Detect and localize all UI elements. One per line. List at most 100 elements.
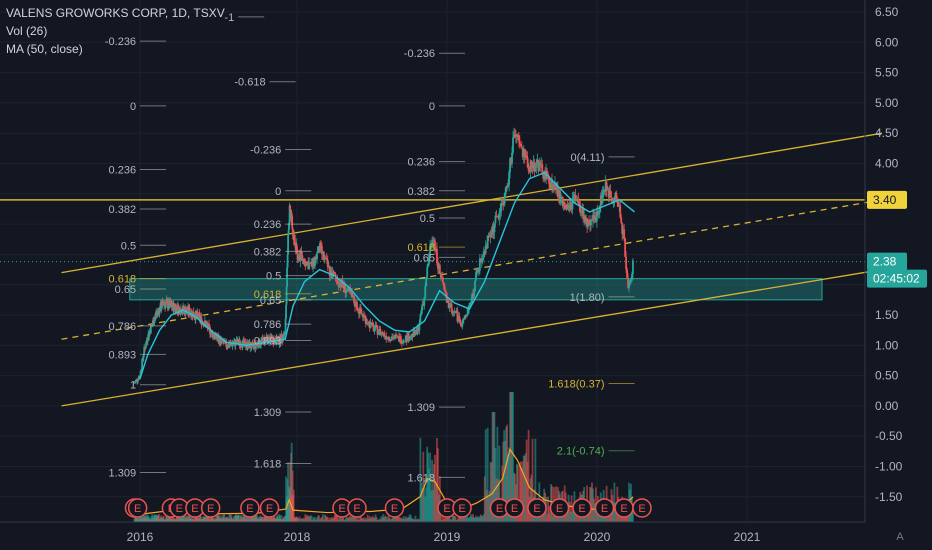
fib-level-label: 0.382 bbox=[407, 186, 435, 198]
candle-body bbox=[345, 291, 348, 294]
earnings-marker-label: E bbox=[134, 503, 141, 515]
fib-level-label: 0.236 bbox=[254, 219, 282, 231]
fib-level-label: 0 bbox=[130, 101, 136, 113]
candle-body bbox=[512, 137, 514, 153]
fib-level-label: 0 bbox=[275, 186, 281, 198]
y-tick-label: -1.00 bbox=[875, 460, 903, 474]
y-tick-label: 6.50 bbox=[875, 5, 899, 19]
x-tick-label: 2016 bbox=[127, 530, 154, 544]
earnings-marker-label: E bbox=[578, 503, 585, 515]
fib-level-label: 1.309 bbox=[109, 468, 137, 480]
y-tick-label: 5.50 bbox=[875, 66, 899, 80]
candle-body bbox=[408, 338, 411, 341]
earnings-marker-label: E bbox=[443, 503, 450, 515]
fib-level-label: 0.236 bbox=[109, 165, 137, 177]
fib-level-label: 0.786 bbox=[109, 321, 137, 333]
price-markers: 3.40 2.38 02:45:02 bbox=[867, 190, 927, 288]
fib-level-label: 0.65 bbox=[260, 295, 281, 307]
earnings-marker-label: E bbox=[266, 503, 273, 515]
candle-body bbox=[316, 252, 318, 260]
fib-level-label: 0 bbox=[429, 101, 435, 113]
candle-body bbox=[474, 280, 476, 292]
earnings-marker-label: E bbox=[601, 503, 608, 515]
ma-line bbox=[139, 171, 635, 379]
x-tick-label: 2021 bbox=[734, 530, 761, 544]
fib-level-label: -0.236 bbox=[250, 145, 281, 157]
y-tick-label: -1.50 bbox=[875, 490, 903, 504]
earnings-marker-label: E bbox=[533, 503, 540, 515]
fib-level-label: 2.1(-0.74) bbox=[557, 446, 605, 458]
volume-indicator-label[interactable]: Vol (26) bbox=[6, 24, 47, 38]
y-tick-label: 1.50 bbox=[875, 308, 899, 322]
fib-level-label: 1(1.80) bbox=[570, 292, 605, 304]
x-tick-label: 2018 bbox=[284, 530, 311, 544]
candle-body bbox=[518, 140, 521, 145]
y-tick-label: 0.50 bbox=[875, 369, 899, 383]
candle-body bbox=[291, 215, 294, 228]
ma-indicator-label[interactable]: MA (50, close) bbox=[6, 42, 83, 56]
fib-level-label: 0.893 bbox=[254, 335, 282, 347]
candle-body bbox=[438, 264, 441, 274]
x-tick-label: 2020 bbox=[584, 530, 611, 544]
y-tick-label: 5.00 bbox=[875, 96, 899, 110]
y-tick-label: 6.00 bbox=[875, 35, 899, 49]
candle-body bbox=[632, 260, 634, 275]
y-tick-label: -0.50 bbox=[875, 429, 903, 443]
fib-level-label: 0.65 bbox=[414, 252, 435, 264]
symbol-title[interactable]: VALENS GROWORKS CORP, 1D, TSXV bbox=[6, 6, 225, 20]
earnings-marker-label: E bbox=[176, 503, 183, 515]
earnings-marker-label: E bbox=[246, 503, 253, 515]
moving-average bbox=[139, 171, 635, 379]
fib-level-label: -0.236 bbox=[404, 48, 435, 60]
x-tick-label: 2019 bbox=[434, 530, 461, 544]
candle-body bbox=[286, 267, 288, 287]
fib-level-label: 1.309 bbox=[254, 407, 282, 419]
candle-body bbox=[425, 277, 428, 287]
earnings-marker-label: E bbox=[620, 503, 627, 515]
earnings-marker-label: E bbox=[496, 503, 503, 515]
y-tick-label: 4.00 bbox=[875, 157, 899, 171]
volume-bar bbox=[632, 512, 634, 522]
fib-level-label: 1.618 bbox=[254, 458, 282, 470]
fib-level-label: 1.618 bbox=[407, 472, 435, 484]
price-marker-label: 2.38 bbox=[873, 255, 897, 269]
fib-level-label: 0.382 bbox=[109, 204, 137, 216]
fib-level-label: 0.786 bbox=[254, 319, 282, 331]
candle-body bbox=[520, 146, 523, 149]
earnings-marker-label: E bbox=[638, 503, 645, 515]
earnings-marker-label: E bbox=[458, 503, 465, 515]
earnings-marker-label: E bbox=[338, 503, 345, 515]
fib-level-label: 0.893 bbox=[109, 349, 137, 361]
axes: 6.506.005.505.004.504.001.501.000.500.00… bbox=[0, 0, 903, 544]
candle-body bbox=[625, 256, 627, 270]
fib-level-label: 1.309 bbox=[407, 402, 435, 414]
candle-body bbox=[441, 277, 444, 283]
earnings-marker-label: E bbox=[207, 503, 214, 515]
candle-body bbox=[623, 229, 626, 239]
fib-level-label: -1 bbox=[224, 12, 234, 24]
fib-level-label: 0(4.11) bbox=[570, 152, 604, 164]
fib-level-label: -0.618 bbox=[234, 77, 265, 89]
candle-body bbox=[535, 161, 538, 168]
fib-level-label: 0.65 bbox=[115, 284, 136, 296]
candle-body bbox=[284, 318, 287, 332]
trend-line-1 bbox=[61, 132, 883, 274]
fib-level-label: 0.382 bbox=[254, 246, 282, 258]
candle-body bbox=[426, 266, 429, 278]
fib-level-label: 1 bbox=[130, 380, 136, 392]
chart-canvas[interactable]: -1 -0.236 -0.236 -0.618 0 0 -0.236 0.236 0(4.11)… bbox=[0, 0, 932, 550]
earnings-marker-label: E bbox=[191, 503, 198, 515]
fib-level-label: -0.236 bbox=[105, 36, 136, 48]
auto-scale-button[interactable]: A bbox=[890, 528, 910, 546]
fib-level-label: 0.5 bbox=[420, 213, 435, 225]
fib-labels: -1 -0.236 -0.236 -0.618 0 0 -0.236 0.236 0(4.11)… bbox=[105, 12, 635, 484]
earnings-marker-label: E bbox=[556, 503, 563, 515]
price-marker-label: 3.40 bbox=[873, 193, 897, 207]
y-tick-label: 1.00 bbox=[875, 338, 899, 352]
earnings-marker-label: E bbox=[391, 503, 398, 515]
fib-level-label: 1.618(0.37) bbox=[548, 378, 604, 390]
candle-body bbox=[620, 217, 623, 223]
candle-body bbox=[443, 286, 446, 291]
candles bbox=[133, 127, 634, 385]
y-tick-label: 4.50 bbox=[875, 126, 899, 140]
